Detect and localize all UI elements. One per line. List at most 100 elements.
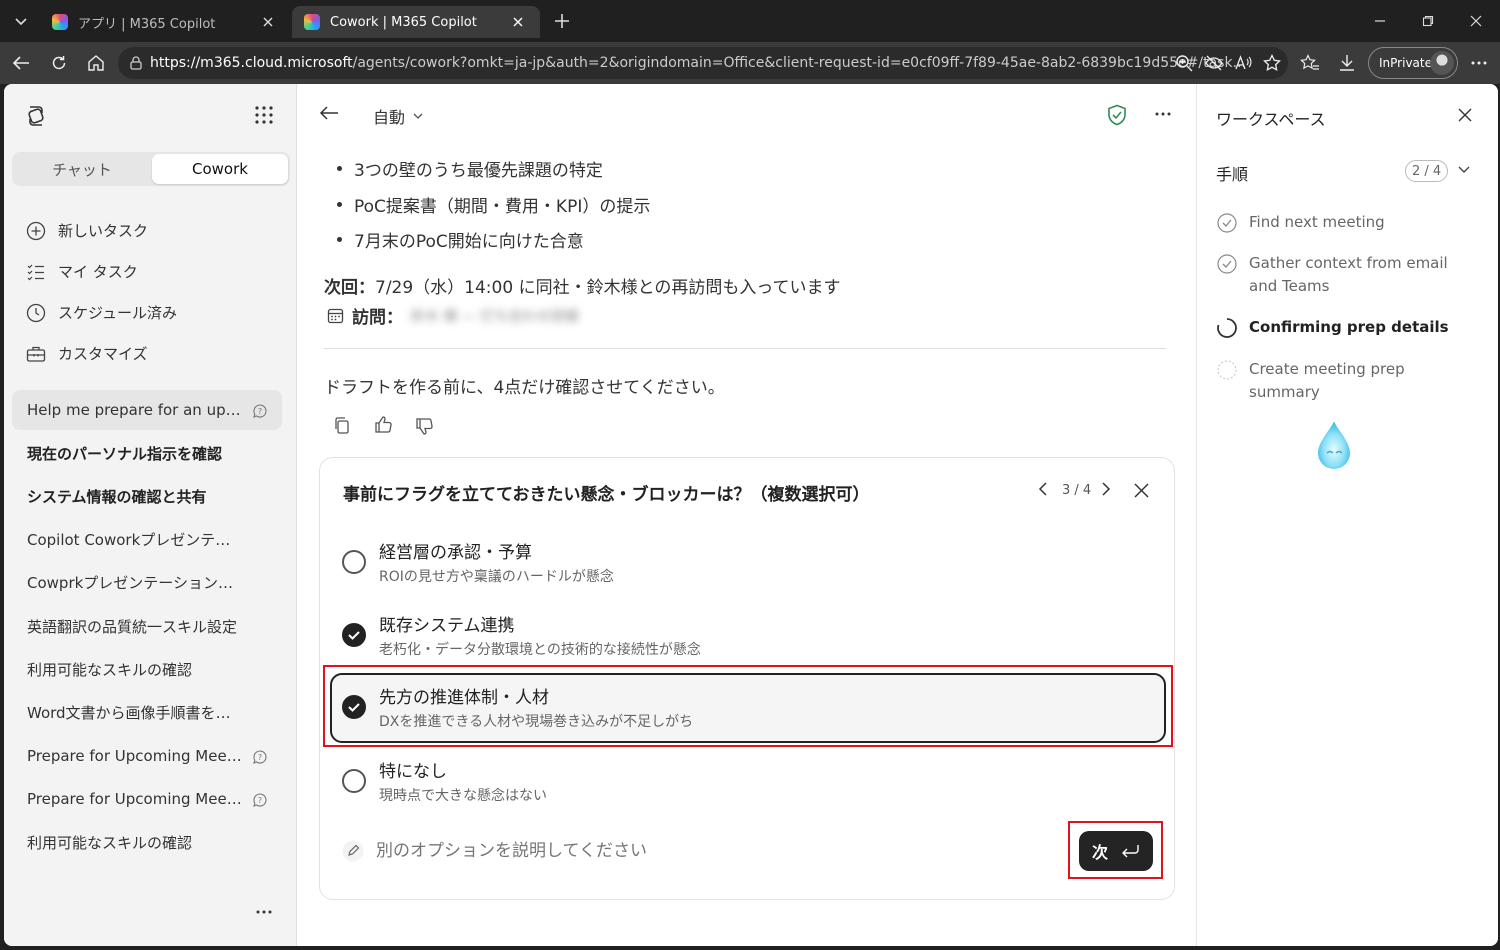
next-button[interactable]: 次 (1079, 831, 1153, 871)
sidebar-more-icon[interactable] (256, 910, 272, 914)
highlight-annotation-box (323, 665, 1173, 747)
browser-tab-apps[interactable]: アプリ | M365 Copilot (40, 6, 290, 38)
question-pager: 3 / 4 (1062, 483, 1092, 498)
steps-count-badge: 2 / 4 (1405, 160, 1449, 182)
mode-dropdown[interactable]: 自動 (373, 104, 423, 128)
back-arrow-icon[interactable] (6, 48, 36, 78)
tab-actions-chevron-icon[interactable] (6, 6, 36, 36)
checked-circle-icon[interactable] (342, 623, 366, 647)
sidebar-history-item[interactable]: システム情報の確認と共有 (12, 476, 282, 516)
browser-more-icon[interactable] (1464, 48, 1494, 78)
workspace-panel: ワークスペース 手順 2 / 4 Find next meeting Gathe… (1196, 84, 1498, 946)
sidebar-history-item[interactable]: Word文書から画像手順書を作成 (12, 692, 282, 732)
copilot-favicon-icon (304, 14, 320, 30)
other-option-input[interactable] (376, 836, 996, 866)
browser-toolbar: https://m365.cloud.microsoft/agents/cowo… (0, 42, 1500, 84)
unchecked-circle-icon[interactable] (342, 769, 366, 793)
next-question-chevron-icon[interactable] (1101, 481, 1111, 497)
steps-chevron-down-icon[interactable] (1458, 166, 1470, 174)
site-info-lock-icon[interactable] (128, 55, 144, 71)
prev-question-chevron-icon[interactable] (1038, 481, 1048, 497)
scheduled-button[interactable]: スケジュール済み (26, 302, 177, 323)
sidebar-history-item[interactable]: Copilot Coworkプレゼンテーシ... (12, 520, 282, 560)
sidebar-history-item[interactable]: Cowprkプレゼンテーション資料... (12, 563, 282, 603)
question-card: 事前にフラグを立てておきたい懸念・ブロッカーは？（複数選択可） 3 / 4 経営… (319, 457, 1175, 900)
thumbs-down-icon[interactable] (415, 417, 434, 436)
svg-text:?: ? (258, 753, 262, 762)
refresh-icon[interactable] (44, 48, 74, 78)
sidebar-history-item[interactable]: 利用可能なスキルの確認 (12, 822, 282, 862)
shield-check-icon[interactable] (1107, 104, 1127, 126)
browser-tab-cowork[interactable]: Cowork | M365 Copilot (292, 6, 540, 38)
step-label: Gather context from email and Teams (1249, 254, 1448, 295)
restore-window-icon[interactable] (1413, 6, 1443, 36)
nav-label: 新しいタスク (58, 222, 149, 240)
next-visit-line: 次回：7/29（水）14:00 に同社・鈴木様との再訪問も入っています (324, 273, 841, 298)
chat-main: 自動 3つの壁のうち最優先課題の特定 PoC提案書（期間・費用・KPI）の提示 … (297, 84, 1196, 946)
svg-text:?: ? (258, 796, 262, 805)
tab-cowork[interactable]: Cowork (152, 154, 288, 184)
zoom-icon[interactable] (1169, 48, 1199, 78)
favorites-list-icon[interactable] (1295, 48, 1325, 78)
app-launcher-grid-icon[interactable] (255, 106, 273, 124)
step-item: Gather context from email and Teams (1217, 252, 1479, 298)
sidebar-history-item[interactable]: Help me prepare for an upc...? (12, 390, 282, 430)
close-window-icon[interactable] (1461, 6, 1491, 36)
unchecked-circle-icon[interactable] (342, 550, 366, 574)
task-list-icon (27, 264, 44, 280)
steps-label: 手順 (1216, 165, 1249, 184)
workspace-title: ワークスペース (1216, 110, 1326, 129)
copy-icon[interactable] (333, 416, 351, 434)
downloads-icon[interactable] (1332, 48, 1362, 78)
step-item: Find next meeting (1217, 211, 1479, 234)
read-aloud-icon[interactable] (1228, 48, 1258, 78)
new-task-button[interactable]: 新しいタスク (26, 220, 148, 241)
check-circle-icon (1217, 213, 1237, 233)
back-arrow-icon[interactable] (319, 104, 339, 122)
sidebar-history-item[interactable]: 利用可能なスキルの確認 (12, 649, 282, 689)
inprivate-profile-button[interactable]: InPrivate (1368, 47, 1458, 79)
nav-label: スケジュール済み (58, 304, 177, 322)
customize-button[interactable]: カスタマイズ (26, 343, 148, 364)
sidebar-history-item[interactable]: 現在のパーソナル指示を確認 (12, 433, 282, 473)
option-item[interactable]: 既存システム連携 老朽化・データ分散環境との技術的な接続性が懸念 (330, 601, 1166, 671)
nav-label: カスタマイズ (58, 345, 148, 363)
copilot-logo-icon[interactable] (24, 104, 48, 128)
tab-title: アプリ | M365 Copilot (78, 16, 216, 32)
minimize-window-icon[interactable] (1365, 6, 1395, 36)
tracking-prevention-icon[interactable] (1199, 48, 1229, 78)
close-question-icon[interactable] (1134, 483, 1149, 498)
mode-switch: チャット Cowork (12, 152, 290, 186)
question-status-icon: ? (252, 749, 268, 765)
tab-chat[interactable]: チャット (14, 154, 150, 184)
sidebar-history-item[interactable]: Prepare for Upcoming Meet...? (12, 736, 282, 776)
svg-text:?: ? (258, 407, 262, 416)
chat-more-icon[interactable] (1155, 112, 1171, 116)
close-workspace-icon[interactable] (1458, 108, 1472, 122)
thumbs-up-icon[interactable] (374, 415, 393, 434)
address-bar[interactable]: https://m365.cloud.microsoft/agents/cowo… (118, 47, 1288, 79)
sidebar-history-item[interactable]: Prepare for Upcoming Meet...? (12, 779, 282, 819)
history-item-label: 利用可能なスキルの確認 (27, 660, 193, 679)
inprivate-label: InPrivate (1379, 56, 1432, 70)
option-item[interactable]: 特になし 現時点で大きな懸念はない (330, 747, 1166, 817)
close-tab-icon[interactable] (508, 12, 528, 32)
tab-title: Cowork | M365 Copilot (330, 14, 477, 30)
url-path: /agents/cowork?omkt=ja-jp&auth=2&origind… (352, 55, 1246, 71)
new-tab-plus-icon[interactable] (547, 6, 577, 36)
history-item-label: Cowprkプレゼンテーション資料... (27, 574, 242, 593)
browser-tab-bar: アプリ | M365 Copilot Cowork | M365 Copilot (0, 0, 1500, 42)
bullet-item: PoC提案書（期間・費用・KPI）の提示 (337, 192, 650, 217)
bullet-item: 7月末のPoC開始に向けた合意 (337, 227, 584, 252)
sidebar-history-item[interactable]: 英語翻訳の品質統一スキル設定 (12, 606, 282, 646)
clock-icon (26, 303, 46, 322)
favorite-star-icon[interactable] (1257, 48, 1287, 78)
home-icon[interactable] (81, 48, 111, 78)
close-tab-icon[interactable] (258, 12, 278, 32)
option-item[interactable]: 経営層の承認・予算 ROIの見せ方や稟議のハードルが懸念 (330, 528, 1166, 598)
pencil-icon (342, 840, 364, 862)
option-subtitle: ROIの見せ方や稟議のハードルが懸念 (379, 569, 614, 585)
history-item-label: Prepare for Upcoming Meet... (27, 746, 242, 765)
chevron-down-icon (413, 113, 423, 119)
my-tasks-button[interactable]: マイ タスク (26, 261, 138, 282)
